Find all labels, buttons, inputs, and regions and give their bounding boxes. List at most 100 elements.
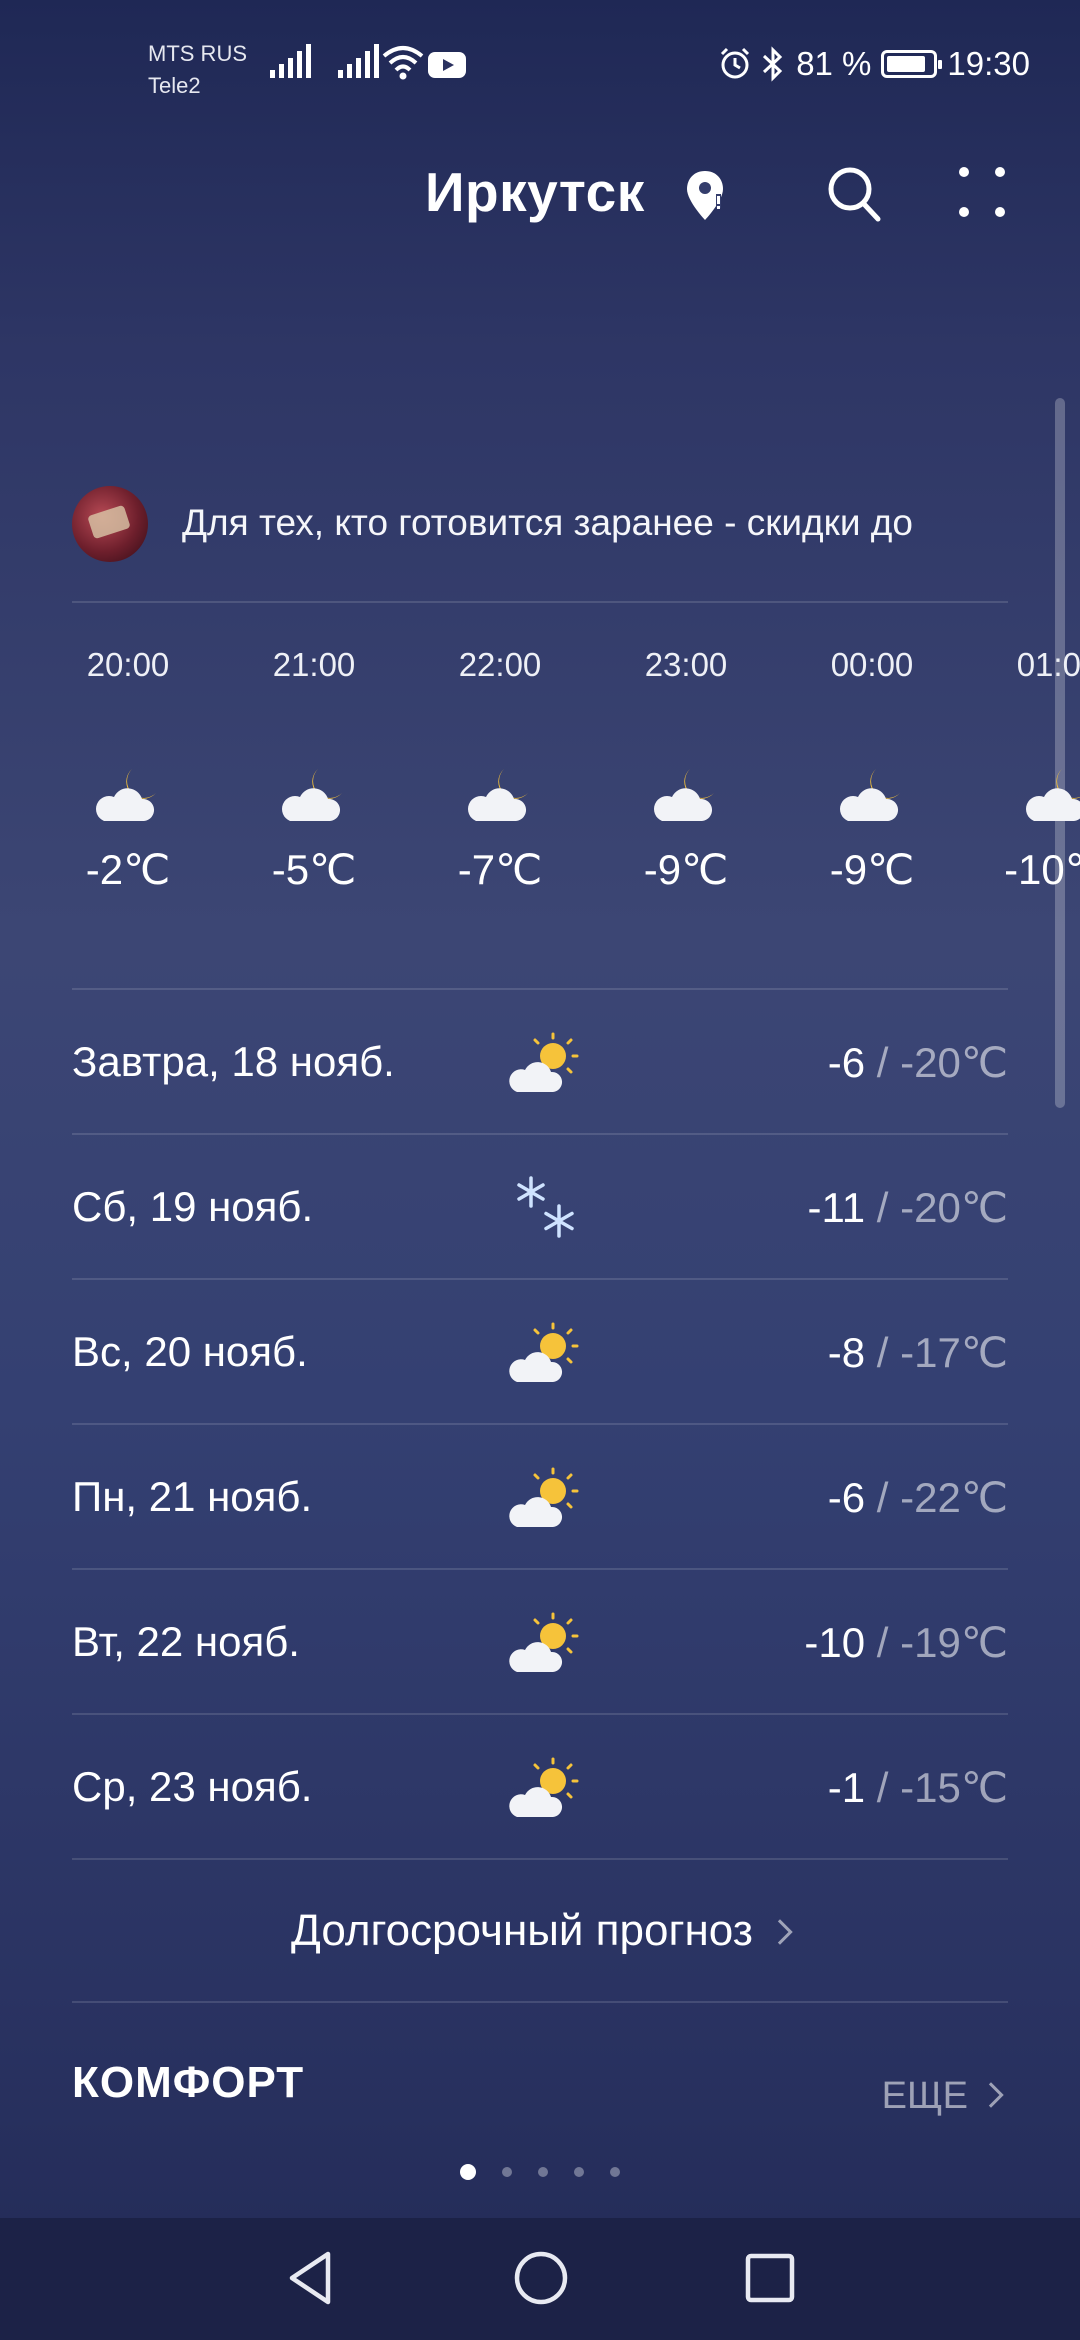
page-dot[interactable] xyxy=(574,2167,584,2177)
day-high: -6 xyxy=(827,1039,866,1086)
partly-cloudy-icon xyxy=(502,1020,592,1110)
ad-thumbnail xyxy=(72,486,148,562)
day-name: Завтра, 18 нояб. xyxy=(72,1038,395,1085)
day-low: -22℃ xyxy=(900,1474,1008,1521)
hour-item: 20:00 -2℃ xyxy=(35,640,221,900)
comfort-more-link[interactable]: ЕЩЕ xyxy=(881,2075,1004,2118)
hour-temp: -2℃ xyxy=(85,846,171,893)
home-icon[interactable] xyxy=(512,2248,570,2308)
partly-cloudy-icon xyxy=(502,1745,592,1835)
day-row[interactable]: Пн, 21 нояб. -6 / -22℃ xyxy=(72,1423,1008,1568)
hour-item: 21:00 -5℃ xyxy=(221,640,407,900)
temp-separator: / xyxy=(865,1184,901,1231)
more-menu-icon[interactable] xyxy=(956,162,1008,222)
divider xyxy=(72,601,1008,603)
status-right: 81 % 19:30 xyxy=(718,44,1030,84)
partly-cloudy-icon xyxy=(502,1310,592,1400)
page-indicator[interactable] xyxy=(460,2162,620,2182)
hour-time: 01:00 xyxy=(1016,646,1080,683)
day-low: -19℃ xyxy=(900,1619,1008,1666)
partly-cloudy-icon xyxy=(502,1600,592,1690)
page-dot[interactable] xyxy=(610,2167,620,2177)
chevron-right-icon xyxy=(978,2082,1004,2108)
page-dot[interactable] xyxy=(538,2167,548,2177)
long-forecast-label: Долгосрочный прогноз xyxy=(291,1906,753,1955)
youtube-icon xyxy=(428,52,466,78)
signal-icon xyxy=(338,44,379,78)
day-high: -6 xyxy=(827,1474,866,1521)
temp-separator: / xyxy=(865,1474,901,1521)
page-dot-active[interactable] xyxy=(460,2164,476,2180)
hourly-forecast[interactable]: 20:00 -2℃ 21:00 -5℃ 22:00 -7℃ 23:00 -9℃ … xyxy=(0,640,1080,970)
hour-item: 22:00 -7℃ xyxy=(407,640,593,900)
day-row[interactable]: Вс, 20 нояб. -8 / -17℃ xyxy=(72,1278,1008,1423)
ad-text: Для тех, кто готовится заранее - скидки … xyxy=(182,502,913,543)
bluetooth-icon xyxy=(763,46,783,82)
location-pin-icon[interactable] xyxy=(683,168,727,224)
hour-item: 00:00 -9℃ xyxy=(779,640,965,900)
status-bar: MTS RUS Tele2 81 % 19:30 xyxy=(0,0,1080,130)
day-name: Вс, 20 нояб. xyxy=(72,1328,308,1375)
battery-percent: 81 % xyxy=(796,45,872,82)
day-row[interactable]: Завтра, 18 нояб. -6 / -20℃ xyxy=(72,988,1008,1133)
moon-cloud-icon xyxy=(407,740,593,852)
signal-icon xyxy=(270,44,311,78)
daily-forecast: Завтра, 18 нояб. -6 / -20℃ Сб, 19 нояб. … xyxy=(72,988,1008,1858)
hour-temp: -7℃ xyxy=(457,846,543,893)
day-low: -17℃ xyxy=(900,1329,1008,1376)
hour-temp: -5℃ xyxy=(271,846,357,893)
header: Иркутск xyxy=(0,150,1080,240)
day-name: Ср, 23 нояб. xyxy=(72,1763,313,1810)
day-row[interactable]: Сб, 19 нояб. -11 / -20℃ xyxy=(72,1133,1008,1278)
day-temp: -1 / -15℃ xyxy=(828,1763,1008,1812)
city-title[interactable]: Иркутск xyxy=(425,160,645,224)
moon-cloud-icon xyxy=(965,740,1080,852)
hour-time: 23:00 xyxy=(644,646,728,683)
search-icon[interactable] xyxy=(826,164,882,224)
carrier-1: MTS RUS xyxy=(148,41,247,66)
day-temp: -6 / -20℃ xyxy=(828,1038,1008,1087)
battery-icon xyxy=(881,50,943,78)
day-temp: -8 / -17℃ xyxy=(828,1328,1008,1377)
page-dot[interactable] xyxy=(502,2167,512,2177)
hour-time: 20:00 xyxy=(86,646,170,683)
day-low: -20℃ xyxy=(900,1184,1008,1231)
day-row[interactable]: Ср, 23 нояб. -1 / -15℃ xyxy=(72,1713,1008,1858)
day-temp: -10 / -19℃ xyxy=(804,1618,1008,1667)
alarm-icon xyxy=(721,47,750,79)
day-name: Вт, 22 нояб. xyxy=(72,1618,300,1665)
temp-separator: / xyxy=(865,1764,901,1811)
carrier-2: Tele2 xyxy=(148,73,201,98)
long-forecast-button[interactable]: Долгосрочный прогноз xyxy=(72,1858,1008,2003)
hour-item: 23:00 -9℃ xyxy=(593,640,779,900)
day-low: -20℃ xyxy=(900,1039,1008,1086)
day-low: -15℃ xyxy=(900,1764,1008,1811)
navigation-bar xyxy=(0,2218,1080,2340)
day-row[interactable]: Вт, 22 нояб. -10 / -19℃ xyxy=(72,1568,1008,1713)
hour-time: 00:00 xyxy=(830,646,914,683)
temp-separator: / xyxy=(865,1329,901,1376)
moon-cloud-icon xyxy=(779,740,965,852)
day-name: Сб, 19 нояб. xyxy=(72,1183,314,1230)
day-high: -1 xyxy=(827,1764,866,1811)
hour-item: 01:00 -10℃ xyxy=(965,640,1080,900)
moon-cloud-icon xyxy=(593,740,779,852)
day-temp: -11 / -20℃ xyxy=(808,1183,1008,1232)
ad-banner[interactable]: Для тех, кто готовится заранее - скидки … xyxy=(72,480,1007,602)
snow-icon xyxy=(502,1165,592,1255)
wifi-icon xyxy=(382,46,424,80)
back-icon[interactable] xyxy=(284,2248,336,2308)
hour-temp: -10℃ xyxy=(1004,846,1080,893)
day-high: -8 xyxy=(827,1329,866,1376)
moon-cloud-icon xyxy=(221,740,407,852)
day-high: -10 xyxy=(804,1619,866,1666)
hour-temp: -9℃ xyxy=(643,846,729,893)
recents-icon[interactable] xyxy=(744,2248,796,2308)
comfort-title: КОМФОРТ xyxy=(72,2058,305,2107)
clock: 19:30 xyxy=(947,45,1030,82)
temp-separator: / xyxy=(865,1039,901,1086)
more-label: ЕЩЕ xyxy=(881,2075,968,2117)
partly-cloudy-icon xyxy=(502,1455,592,1545)
carrier-info: MTS RUS Tele2 xyxy=(148,38,247,102)
day-temp: -6 / -22℃ xyxy=(828,1473,1008,1522)
